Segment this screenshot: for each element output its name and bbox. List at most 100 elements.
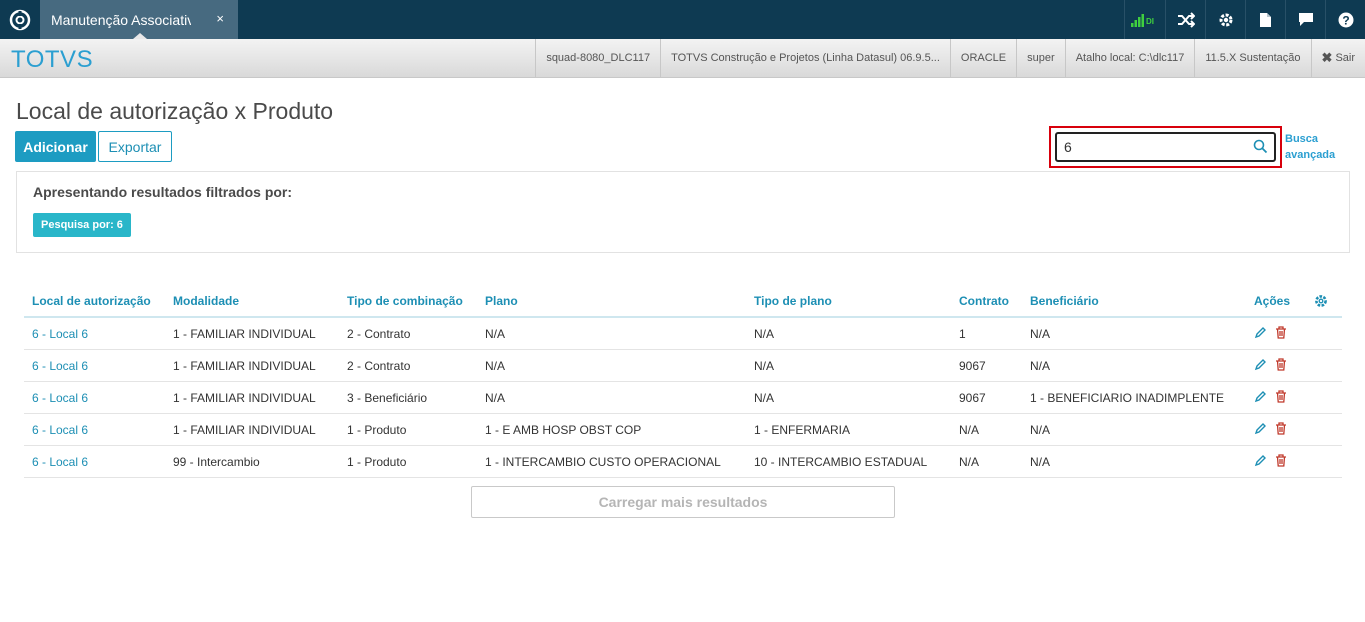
cell-local[interactable]: 6 - Local 6	[32, 318, 88, 349]
cell-tipo-plano: N/A	[754, 326, 775, 341]
cell-contrato: 1	[959, 326, 966, 341]
tab-close-icon[interactable]: ×	[216, 11, 224, 26]
advanced-search-line2: avançada	[1285, 149, 1336, 161]
search-box	[1055, 132, 1276, 162]
row-actions	[1254, 414, 1287, 445]
trash-icon[interactable]	[1275, 357, 1287, 374]
cell-local[interactable]: 6 - Local 6	[32, 414, 88, 445]
advanced-search-line1: Busca	[1285, 133, 1319, 145]
document-icon[interactable]	[1245, 0, 1285, 39]
shuffle-icon[interactable]	[1165, 0, 1205, 39]
sub-header: TOTVS squad-8080_DLC117 TOTVS Construção…	[0, 39, 1365, 78]
logout-label: Sair	[1335, 52, 1355, 64]
table-row[interactable]: 6 - Local 6 1 - FAMILIAR INDIVIDUAL 3 - …	[24, 382, 1342, 414]
edit-icon[interactable]	[1254, 454, 1267, 470]
search-highlight	[1049, 126, 1282, 168]
cell-modalidade: 1 - FAMILIAR INDIVIDUAL	[173, 358, 316, 373]
app-logo-icon[interactable]	[0, 0, 40, 39]
load-more-button[interactable]: Carregar mais resultados	[471, 486, 895, 518]
search-icon[interactable]	[1253, 139, 1268, 159]
edit-icon[interactable]	[1254, 422, 1267, 438]
advanced-search-link[interactable]: Busca avançada	[1285, 131, 1335, 163]
edit-icon[interactable]	[1254, 326, 1267, 342]
cell-beneficiario: N/A	[1030, 358, 1051, 373]
results-table: Local de autorização Modalidade Tipo de …	[24, 285, 1342, 478]
header-tipo-combinacao[interactable]: Tipo de combinação	[347, 285, 463, 316]
filter-panel: Apresentando resultados filtrados por: P…	[16, 171, 1350, 253]
cell-beneficiario: N/A	[1030, 454, 1051, 469]
cell-modalidade: 1 - FAMILIAR INDIVIDUAL	[173, 390, 316, 405]
cell-contrato: 9067	[959, 390, 986, 405]
info-user[interactable]: super	[1016, 39, 1065, 77]
cell-tipo-combinacao: 1 - Produto	[347, 454, 407, 469]
row-actions	[1254, 382, 1287, 413]
cell-tipo-combinacao: 3 - Beneficiário	[347, 390, 428, 405]
brand-logo: TOTVS	[11, 46, 94, 73]
cell-plano: N/A	[485, 390, 506, 405]
header-plano[interactable]: Plano	[485, 285, 518, 316]
info-product[interactable]: TOTVS Construção e Projetos (Linha Datas…	[660, 39, 950, 77]
table-row[interactable]: 6 - Local 6 99 - Intercambio 1 - Produto…	[24, 446, 1342, 478]
signal-icon[interactable]: DI	[1124, 0, 1165, 39]
session-info: squad-8080_DLC117 TOTVS Construção e Pro…	[535, 39, 1365, 77]
trash-icon[interactable]	[1275, 421, 1287, 438]
cell-plano: 1 - INTERCAMBIO CUSTO OPERACIONAL	[485, 454, 721, 469]
signal-label: DI	[1146, 17, 1154, 26]
row-actions	[1254, 318, 1287, 349]
cell-tipo-combinacao: 2 - Contrato	[347, 326, 411, 341]
cell-contrato: N/A	[959, 422, 980, 437]
header-contrato[interactable]: Contrato	[959, 285, 1009, 316]
filter-title: Apresentando resultados filtrados por:	[33, 184, 293, 200]
filter-chip[interactable]: Pesquisa por: 6	[33, 213, 131, 237]
header-beneficiario[interactable]: Beneficiário	[1030, 285, 1099, 316]
chat-icon[interactable]	[1285, 0, 1325, 39]
cell-plano: N/A	[485, 358, 506, 373]
header-acoes: Ações	[1254, 293, 1291, 308]
table-row[interactable]: 6 - Local 6 1 - FAMILIAR INDIVIDUAL 1 - …	[24, 414, 1342, 446]
help-icon[interactable]: ?	[1325, 0, 1365, 39]
trash-icon[interactable]	[1275, 453, 1287, 470]
header-modalidade[interactable]: Modalidade	[173, 285, 239, 316]
cell-local[interactable]: 6 - Local 6	[32, 350, 88, 381]
cell-plano: N/A	[485, 326, 506, 341]
top-bar: Manutenção Associativa × DI ?	[0, 0, 1365, 39]
svg-text:?: ?	[1342, 13, 1349, 27]
trash-icon[interactable]	[1275, 325, 1287, 342]
cell-tipo-plano: N/A	[754, 358, 775, 373]
gear-icon[interactable]	[1205, 0, 1245, 39]
edit-icon[interactable]	[1254, 390, 1267, 406]
cell-tipo-combinacao: 2 - Contrato	[347, 358, 411, 373]
cell-local[interactable]: 6 - Local 6	[32, 446, 88, 477]
cell-beneficiario: N/A	[1030, 326, 1051, 341]
info-database[interactable]: ORACLE	[949, 39, 1016, 77]
table-header: Local de autorização Modalidade Tipo de …	[24, 285, 1342, 318]
cell-local[interactable]: 6 - Local 6	[32, 382, 88, 413]
table-row[interactable]: 6 - Local 6 1 - FAMILIAR INDIVIDUAL 2 - …	[24, 350, 1342, 382]
cell-beneficiario: 1 - BENEFICIARIO INADIMPLENTE	[1030, 390, 1225, 405]
export-button[interactable]: Exportar	[98, 131, 172, 162]
cell-plano: 1 - E AMB HOSP OBST COP	[485, 422, 642, 437]
info-version[interactable]: 11.5.X Sustentação	[1194, 39, 1310, 77]
header-tipo-plano[interactable]: Tipo de plano	[754, 285, 832, 316]
search-input[interactable]	[1057, 134, 1247, 160]
edit-icon[interactable]	[1254, 358, 1267, 374]
top-icons: DI ?	[1124, 0, 1365, 39]
tab-title: Manutenção Associativa	[51, 11, 191, 28]
table-row[interactable]: 6 - Local 6 1 - FAMILIAR INDIVIDUAL 2 - …	[24, 318, 1342, 350]
cell-tipo-plano: N/A	[754, 390, 775, 405]
close-icon: ✖	[1321, 50, 1333, 65]
cell-contrato: 9067	[959, 358, 986, 373]
logout-button[interactable]: ✖ Sair	[1310, 39, 1365, 77]
info-local-shortcut[interactable]: Atalho local: C:\dlc117	[1064, 39, 1195, 77]
column-settings-icon[interactable]	[1314, 285, 1328, 316]
info-server[interactable]: squad-8080_DLC117	[535, 39, 660, 77]
cell-modalidade: 99 - Intercambio	[173, 454, 260, 469]
tab-manutencao[interactable]: Manutenção Associativa ×	[40, 0, 238, 39]
cell-tipo-plano: 1 - ENFERMARIA	[754, 422, 851, 437]
add-button[interactable]: Adicionar	[15, 131, 96, 162]
row-actions	[1254, 350, 1287, 381]
trash-icon[interactable]	[1275, 389, 1287, 406]
cell-tipo-plano: 10 - INTERCAMBIO ESTADUAL	[754, 454, 928, 469]
header-local[interactable]: Local de autorização	[32, 285, 151, 316]
cell-modalidade: 1 - FAMILIAR INDIVIDUAL	[173, 422, 316, 437]
